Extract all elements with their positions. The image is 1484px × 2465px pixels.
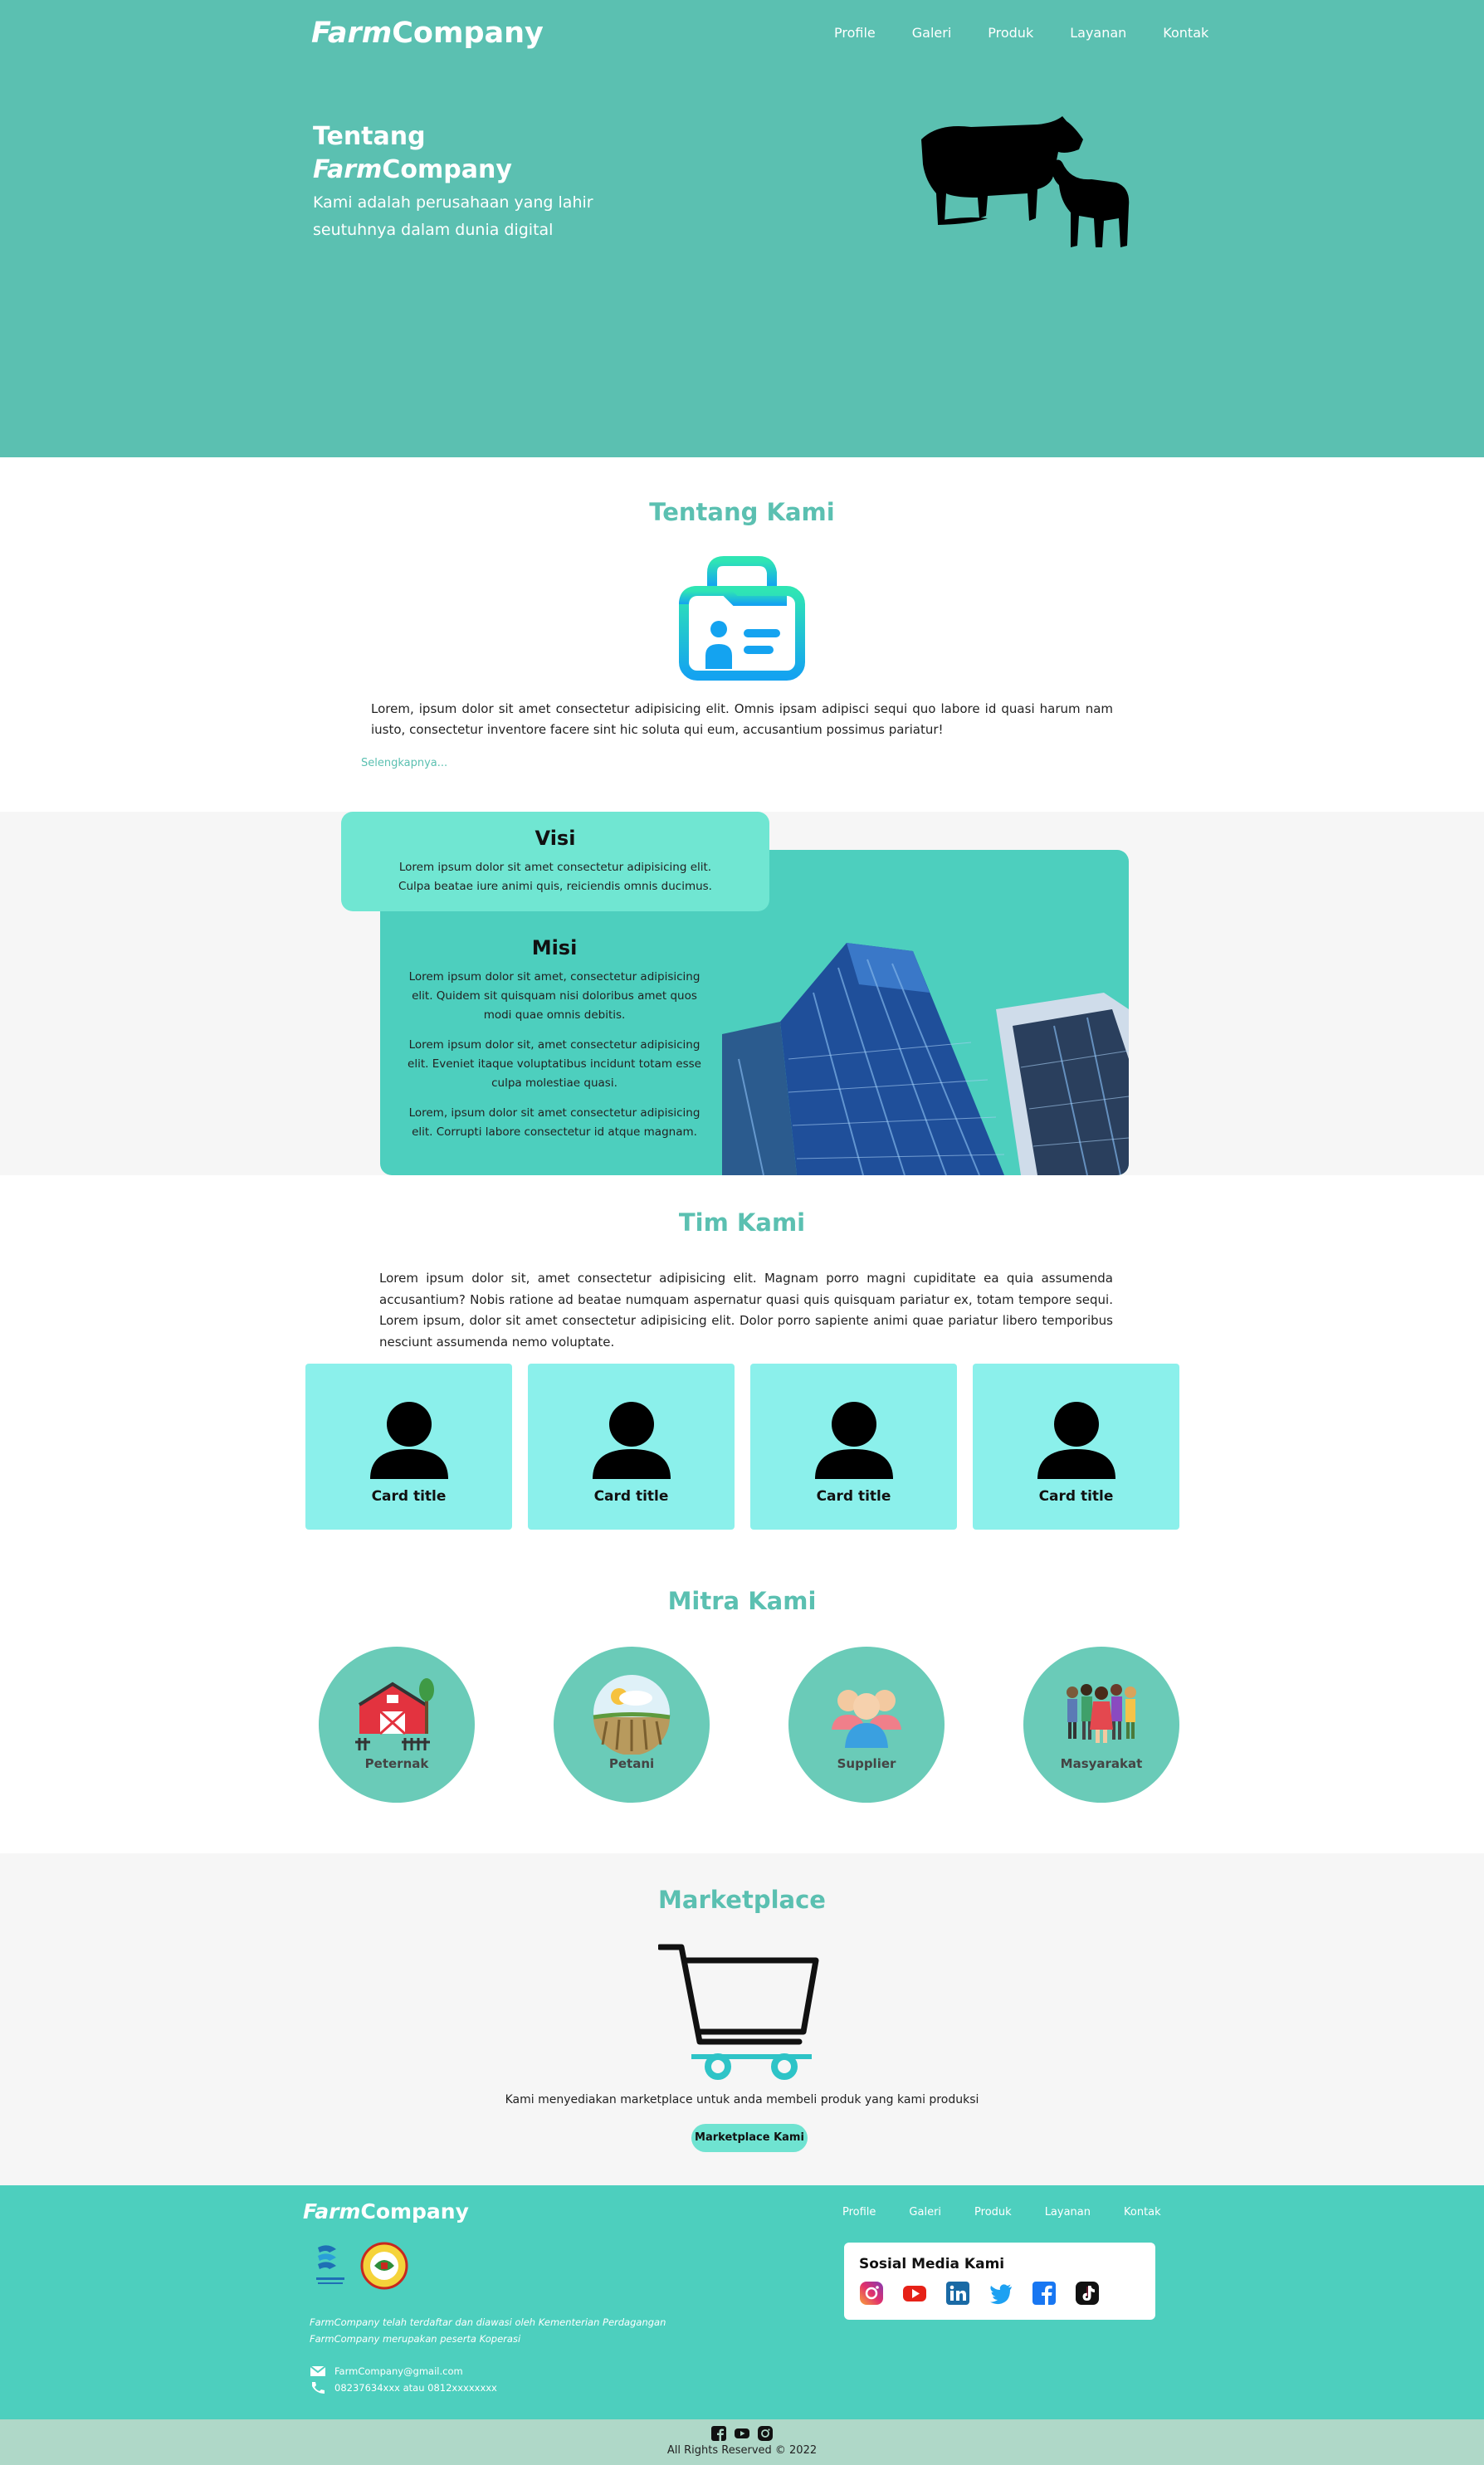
mitra-supplier[interactable]: Supplier [788,1647,945,1803]
brand-logo[interactable]: FarmCompany [311,17,544,50]
team-title: Tim Kami [678,1208,806,1237]
person-icon [370,1402,448,1479]
field-icon [593,1675,671,1755]
footer-nav-profile[interactable]: Profile [842,2206,876,2218]
barn-icon [355,1678,434,1750]
copyright-text: All Rights Reserved © 2022 [666,2444,818,2457]
team-card[interactable]: Card title [305,1364,512,1530]
instagram-icon[interactable] [859,2281,884,2306]
mitra-label: Petani [608,1756,655,1771]
footer-nav-layanan[interactable]: Layanan [1045,2206,1091,2218]
mitra-title: Mitra Kami [667,1587,817,1615]
person-icon [1037,1402,1115,1479]
instagram-icon[interactable] [758,2426,773,2441]
phone-icon [312,2382,325,2394]
footer-nav-galeri[interactable]: Galeri [909,2206,941,2218]
misi-item: Lorem ipsum dolor sit amet, consectetur … [408,970,701,1022]
about-text: Lorem, ipsum dolor sit amet consectetur … [371,701,1113,737]
facebook-icon[interactable] [711,2426,726,2441]
hero-title: Tentang FarmCompany [313,122,512,184]
misi-item: Lorem, ipsum dolor sit amet consectetur … [408,1106,701,1139]
building-image [722,943,1129,1175]
shopping-cart-icon [658,1944,819,2080]
nav-layanan[interactable]: Layanan [1070,25,1126,41]
cow-goat-illustration [921,116,1130,247]
crowd-icon [1067,1684,1136,1743]
mitra-label: Supplier [837,1756,896,1771]
phone-row[interactable]: 08237634xxx atau 0812xxxxxxxx [310,2380,497,2396]
footer-description: FarmCompany telah terdaftar dan diawasi … [310,2316,666,2345]
marketplace-title: Marketplace [658,1886,826,1914]
footer-contact: FarmCompany@gmail.com 08237634xxx atau 0… [310,2363,497,2396]
twitter-icon[interactable] [989,2281,1013,2306]
marketplace-button[interactable]: Marketplace Kami [691,2124,808,2152]
nav-profile[interactable]: Profile [834,25,876,41]
social-title: Sosial Media Kami [859,2256,1005,2272]
hero-section [0,0,1484,457]
email-text: FarmCompany@gmail.com [334,2365,463,2377]
misi-title: Misi [531,936,578,959]
footer-nav-produk[interactable]: Produk [974,2206,1012,2218]
youtube-icon[interactable] [902,2281,927,2306]
footer [0,2185,1484,2419]
footer-nav: Profile Galeri Produk Layanan Kontak [842,2206,1161,2218]
nav-kontak[interactable]: Kontak [1163,25,1208,41]
youtube-icon[interactable] [735,2426,749,2441]
partner-logos [316,2242,408,2290]
group-icon [832,1690,901,1748]
card-title: Card title [593,1488,669,1505]
mitra-label: Masyarakat [1060,1756,1143,1771]
card-title: Card title [371,1488,447,1505]
person-icon [815,1402,893,1479]
koperasi-logo [360,2242,408,2290]
team-card[interactable]: Card title [973,1364,1179,1530]
team-card[interactable]: Card title [528,1364,735,1530]
profile-folder-icon [679,556,805,681]
facebook-icon[interactable] [1032,2281,1057,2306]
team-cards: Card title Card title Card title Card ti… [305,1364,1179,1530]
copyright-bar: All Rights Reserved © 2022 [0,2419,1484,2465]
read-more-link[interactable]: Selengkapnya... [361,757,447,769]
team-text: Lorem ipsum dolor sit, amet consectetur … [379,1271,1113,1350]
main-nav: Profile Galeri Produk Layanan Kontak [834,25,1208,41]
mitra-list: Peternak Petani Supplier Masyarakat [319,1647,1179,1803]
footer-brand[interactable]: FarmCompany [303,2199,469,2223]
about-title: Tentang Kami [649,498,835,526]
mail-icon [310,2365,326,2376]
kemendag-logo [316,2245,344,2284]
mitra-masyarakat[interactable]: Masyarakat [1023,1647,1179,1803]
team-card[interactable]: Card title [750,1364,957,1530]
card-title: Card title [816,1488,891,1505]
nav-produk[interactable]: Produk [988,25,1033,41]
email-row[interactable]: FarmCompany@gmail.com [310,2363,497,2380]
linkedin-icon[interactable] [945,2281,970,2306]
mitra-petani[interactable]: Petani [554,1647,710,1803]
misi-item: Lorem ipsum dolor sit, amet consectetur … [408,1038,701,1090]
marketplace-text: Kami menyediakan marketplace untuk anda … [505,2093,979,2106]
misi-content: Misi Lorem ipsum dolor sit amet, consect… [380,936,729,1153]
tiktok-icon[interactable] [1075,2281,1100,2306]
visi-card: Visi Lorem ipsum dolor sit amet consecte… [341,812,769,911]
nav-galeri[interactable]: Galeri [912,25,952,41]
visi-text: Lorem ipsum dolor sit amet consectetur a… [398,861,712,893]
visi-title: Visi [535,827,576,850]
person-icon [593,1402,671,1479]
mitra-label: Peternak [364,1756,429,1771]
hero-subtitle: Kami adalah perusahaan yang lahir seutuh… [313,193,593,239]
mitra-peternak[interactable]: Peternak [319,1647,475,1803]
social-media-box: Sosial Media Kami [844,2243,1155,2320]
card-title: Card title [1038,1488,1114,1505]
phone-text: 08237634xxx atau 0812xxxxxxxx [334,2382,497,2394]
footer-nav-kontak[interactable]: Kontak [1124,2206,1161,2218]
